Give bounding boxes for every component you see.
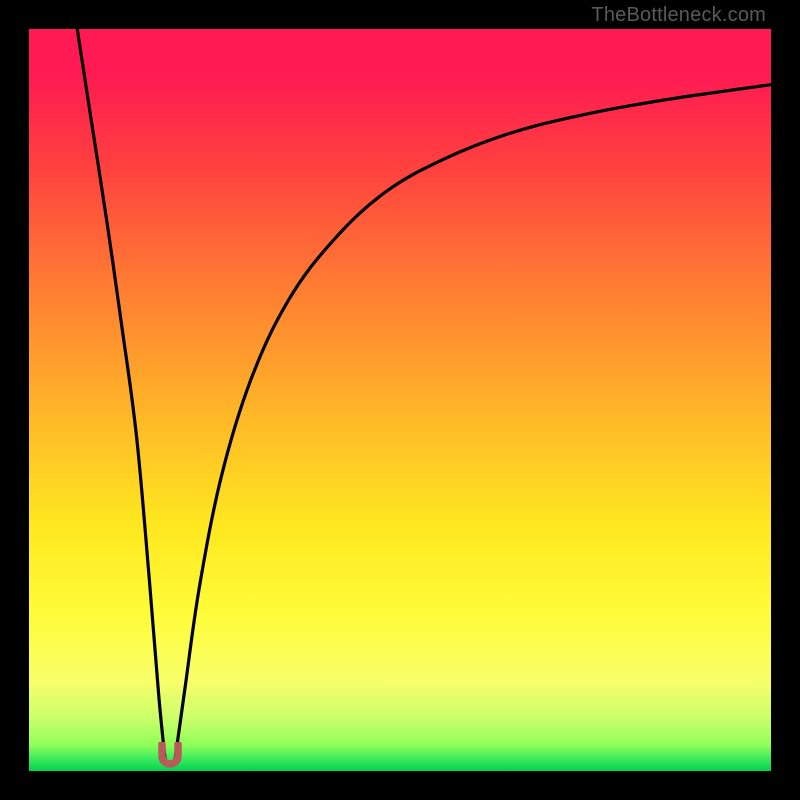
u-shape-icon <box>158 742 182 770</box>
right-branch-curve <box>174 85 771 764</box>
bottleneck-marker <box>158 742 182 770</box>
left-branch-curve <box>77 29 165 764</box>
plot-area <box>29 29 771 771</box>
curve-layer <box>29 29 771 771</box>
watermark-text: TheBottleneck.com <box>591 4 766 27</box>
outer-frame: TheBottleneck.com <box>0 0 800 800</box>
